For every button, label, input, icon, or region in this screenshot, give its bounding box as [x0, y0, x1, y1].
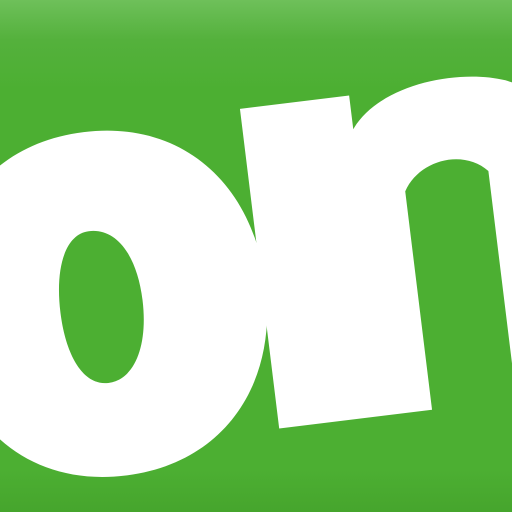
app-icon	[0, 0, 512, 512]
om-logo	[0, 76, 512, 477]
logo-letter-m	[239, 76, 512, 429]
logo-letter-o	[0, 130, 268, 477]
